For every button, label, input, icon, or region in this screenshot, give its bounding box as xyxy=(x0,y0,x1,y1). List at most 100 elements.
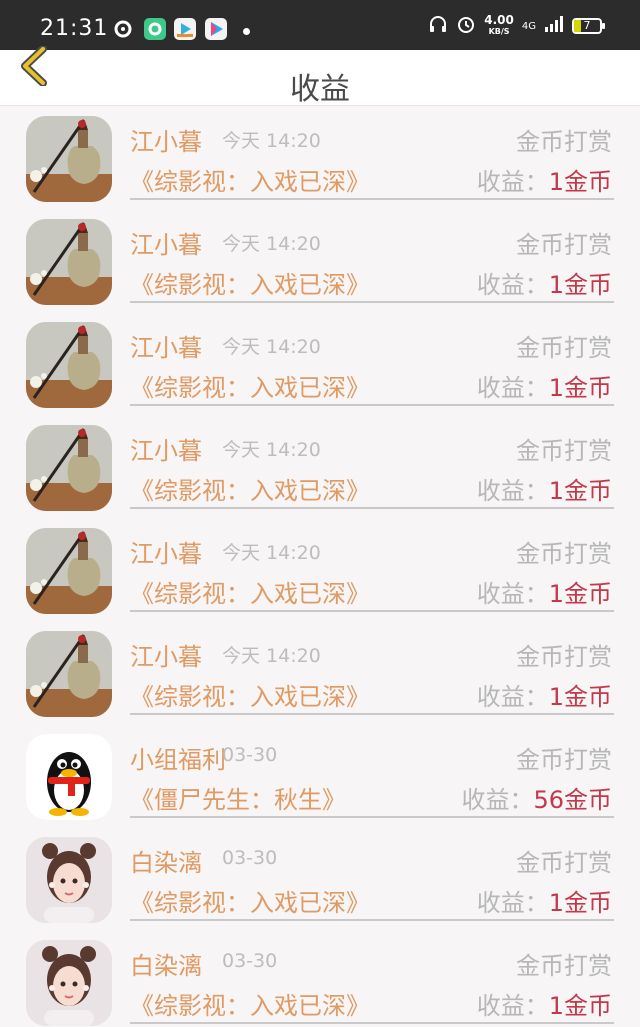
earnings-label: 收益： xyxy=(476,374,549,402)
earnings-label: 收益： xyxy=(476,271,549,299)
book-title[interactable]: 《综影视：入戏已深》 xyxy=(130,265,370,300)
earnings-label: 收益： xyxy=(476,992,549,1020)
avatar-vase[interactable] xyxy=(26,631,112,717)
sync-icon xyxy=(112,18,134,40)
earnings-list: 江小暮 今天 14:20 金币打赏 《综影视：入戏已深》 收益：1金币 江小暮 … xyxy=(0,112,640,1027)
book-title[interactable]: 《综影视：入戏已深》 xyxy=(130,574,370,609)
earnings: 收益：1金币 xyxy=(477,368,612,403)
divider xyxy=(130,610,614,612)
user-name[interactable]: 江小暮 xyxy=(130,534,202,569)
book-title[interactable]: 《僵尸先生：秋生》 xyxy=(130,780,346,815)
user-name[interactable]: 江小暮 xyxy=(130,122,202,157)
earnings-amount: 1金币 xyxy=(548,374,612,402)
list-item[interactable]: 江小暮 今天 14:20 金币打赏 《综影视：入戏已深》 收益：1金币 xyxy=(0,627,640,730)
avatar-girl[interactable] xyxy=(26,940,112,1026)
avatar-vase[interactable] xyxy=(26,425,112,511)
item-time: 今天 14:20 xyxy=(222,645,321,667)
list-item[interactable]: 江小暮 今天 14:20 金币打赏 《综影视：入戏已深》 收益：1金币 xyxy=(0,524,640,627)
divider xyxy=(130,404,614,406)
earnings: 收益：1金币 xyxy=(477,986,612,1021)
reward-type: 金币打赏 xyxy=(516,231,612,259)
earnings-label: 收益： xyxy=(476,168,549,196)
book-title[interactable]: 《综影视：入戏已深》 xyxy=(130,986,370,1021)
earnings-label: 收益： xyxy=(476,889,549,917)
avatar-vase[interactable] xyxy=(26,322,112,408)
user-name[interactable]: 江小暮 xyxy=(130,431,202,466)
user-name[interactable]: 白染漓 xyxy=(130,946,202,981)
divider xyxy=(130,816,614,818)
page-header: 收益 xyxy=(0,45,640,107)
reward-type: 金币打赏 xyxy=(516,746,612,774)
avatar-vase[interactable] xyxy=(26,528,112,614)
status-time: 21:31 xyxy=(40,16,109,41)
user-name[interactable]: 白染漓 xyxy=(130,843,202,878)
book-title[interactable]: 《综影视：入戏已深》 xyxy=(130,471,370,506)
divider xyxy=(130,1022,614,1024)
divider xyxy=(130,919,614,921)
reward-type: 金币打赏 xyxy=(516,643,612,671)
net-speed: 4.00 KB/S xyxy=(484,14,514,37)
list-item[interactable]: 江小暮 今天 14:20 金币打赏 《综影视：入戏已深》 收益：1金币 xyxy=(0,318,640,421)
book-title[interactable]: 《综影视：入戏已深》 xyxy=(130,368,370,403)
net-speed-unit: KB/S xyxy=(488,27,510,36)
earnings: 收益：56金币 xyxy=(461,780,612,815)
headphones-icon xyxy=(428,14,448,38)
user-name[interactable]: 江小暮 xyxy=(130,328,202,363)
reward-type: 金币打赏 xyxy=(516,540,612,568)
list-item[interactable]: 白染漓 03-30 金币打赏 《综影视：入戏已深》 收益：1金币 xyxy=(0,936,640,1027)
reward-type: 金币打赏 xyxy=(516,334,612,362)
item-time: 03-30 xyxy=(222,744,278,766)
book-title[interactable]: 《综影视：入戏已深》 xyxy=(130,883,370,918)
reward-type: 金币打赏 xyxy=(516,128,612,156)
item-time: 03-30 xyxy=(222,950,278,972)
earnings: 收益：1金币 xyxy=(477,677,612,712)
earnings-amount: 1金币 xyxy=(548,477,612,505)
avatar-vase[interactable] xyxy=(26,219,112,305)
divider xyxy=(130,198,614,200)
list-item[interactable]: 江小暮 今天 14:20 金币打赏 《综影视：入戏已深》 收益：1金币 xyxy=(0,112,640,215)
list-item[interactable]: 白染漓 03-30 金币打赏 《综影视：入戏已深》 收益：1金币 xyxy=(0,833,640,936)
earnings-amount: 1金币 xyxy=(548,889,612,917)
earnings: 收益：1金币 xyxy=(477,574,612,609)
earnings-label: 收益： xyxy=(476,580,549,608)
list-item[interactable]: 江小暮 今天 14:20 金币打赏 《综影视：入戏已深》 收益：1金币 xyxy=(0,421,640,524)
user-name[interactable]: 江小暮 xyxy=(130,225,202,260)
earnings: 收益：1金币 xyxy=(477,162,612,197)
earnings-label: 收益： xyxy=(476,683,549,711)
network-type: 4G xyxy=(521,20,536,32)
book-title[interactable]: 《综影视：入戏已深》 xyxy=(130,677,370,712)
earnings-amount: 56金币 xyxy=(533,786,612,814)
app-icon-youku xyxy=(205,18,227,40)
item-time: 今天 14:20 xyxy=(222,439,321,461)
status-bar: 21:31 4.00 KB/S 4G 7 xyxy=(0,0,640,50)
signal-icon xyxy=(544,15,564,37)
item-time: 今天 14:20 xyxy=(222,233,321,255)
reward-type: 金币打赏 xyxy=(516,952,612,980)
divider xyxy=(130,507,614,509)
divider xyxy=(130,713,614,715)
user-name[interactable]: 江小暮 xyxy=(130,637,202,672)
notification-dot xyxy=(243,28,250,35)
app-icon-video xyxy=(174,18,196,40)
list-item[interactable]: 小组福利 03-30 金币打赏 《僵尸先生：秋生》 收益：56金币 xyxy=(0,730,640,833)
earnings-amount: 1金币 xyxy=(548,271,612,299)
item-time: 今天 14:20 xyxy=(222,130,321,152)
item-time: 今天 14:20 xyxy=(222,336,321,358)
avatar-girl[interactable] xyxy=(26,837,112,923)
page-title: 收益 xyxy=(290,72,350,107)
earnings-amount: 1金币 xyxy=(548,168,612,196)
earnings-label: 收益： xyxy=(476,477,549,505)
avatar-penguin[interactable] xyxy=(26,734,112,820)
reward-type: 金币打赏 xyxy=(516,437,612,465)
item-time: 今天 14:20 xyxy=(222,542,321,564)
book-title[interactable]: 《综影视：入戏已深》 xyxy=(130,162,370,197)
user-name[interactable]: 小组福利 xyxy=(130,740,226,775)
earnings: 收益：1金币 xyxy=(477,883,612,918)
item-time: 03-30 xyxy=(222,847,278,869)
battery-icon: 7 xyxy=(572,18,605,34)
earnings-amount: 1金币 xyxy=(548,580,612,608)
list-item[interactable]: 江小暮 今天 14:20 金币打赏 《综影视：入戏已深》 收益：1金币 xyxy=(0,215,640,318)
alarm-icon xyxy=(456,14,476,38)
avatar-vase[interactable] xyxy=(26,116,112,202)
divider xyxy=(130,301,614,303)
